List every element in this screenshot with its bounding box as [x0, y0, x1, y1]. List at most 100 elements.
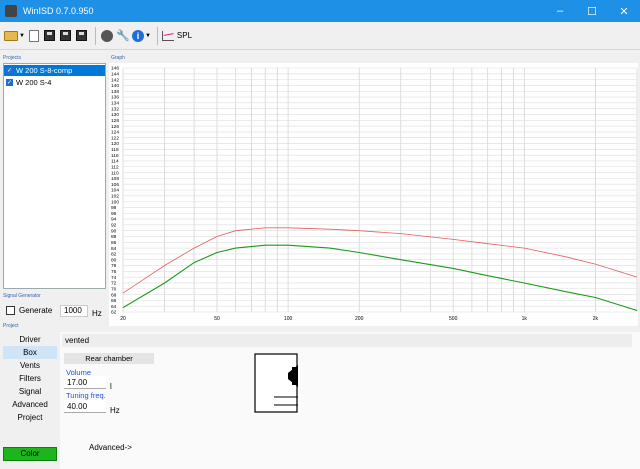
folder-icon — [4, 30, 18, 41]
y-tick-label: 116 — [111, 153, 119, 159]
x-tick-label: 100 — [284, 316, 293, 322]
tuning-freq-input[interactable]: 40.00 — [64, 400, 106, 413]
chevron-down-icon: ▼ — [144, 32, 151, 39]
x-tick-label: 50 — [214, 316, 220, 322]
app-icon — [5, 5, 17, 17]
y-tick-label: 114 — [111, 159, 119, 165]
close-button[interactable]: ✕ — [608, 0, 640, 22]
projects-label: Projects — [3, 55, 22, 61]
volume-input[interactable]: 17.00 — [64, 376, 106, 389]
y-tick-label: 84 — [111, 246, 117, 252]
spl-label: SPL — [176, 31, 193, 40]
y-tick-label: 110 — [111, 170, 119, 176]
minimize-button[interactable]: – — [544, 0, 576, 22]
y-tick-label: 86 — [111, 240, 117, 246]
signal-generator-label: Signal Generator — [3, 293, 41, 299]
nav-item-box[interactable]: Box — [3, 346, 57, 359]
save-all-icon — [76, 30, 88, 41]
y-tick-label: 82 — [111, 252, 117, 258]
y-tick-label: 132 — [111, 106, 119, 112]
frequency-unit: Hz — [92, 309, 102, 318]
spl-button[interactable]: SPL — [161, 27, 193, 45]
x-tick-label: 500 — [449, 316, 458, 322]
x-tick-label: 20 — [120, 316, 126, 322]
y-tick-label: 104 — [111, 188, 119, 194]
signal-frequency-input[interactable]: 1000 — [60, 305, 88, 317]
toolbar-separator — [156, 26, 158, 45]
color-button[interactable]: Color — [3, 447, 57, 461]
y-tick-label: 68 — [111, 292, 117, 298]
generate-row: Generate — [6, 306, 52, 315]
tools-button[interactable]: 🔧 — [116, 27, 130, 45]
y-tick-label: 112 — [111, 164, 119, 170]
toolbar: ▼ 🔧 i ▼ SPL — [0, 22, 640, 50]
y-tick-label: 102 — [111, 194, 119, 200]
save-all-button[interactable] — [75, 27, 89, 45]
spl-chart: 6264666870727476788082848688909294969810… — [111, 66, 638, 322]
save-icon — [44, 30, 56, 41]
advanced-link[interactable]: Advanced-> — [89, 443, 132, 452]
y-tick-label: 74 — [111, 275, 117, 281]
y-tick-label: 136 — [111, 95, 119, 101]
project-item[interactable]: ✓ W 200 S-4 — [4, 77, 105, 88]
nav-item-vents[interactable]: Vents — [0, 359, 60, 372]
graph-label: Graph — [111, 55, 125, 61]
nav-item-project[interactable]: Project — [0, 411, 60, 424]
y-tick-label: 94 — [111, 217, 117, 223]
x-tick-label: 200 — [355, 316, 364, 322]
nav-item-filters[interactable]: Filters — [0, 372, 60, 385]
spl-graph: 62 64 66 68 70 72 74 76 78 80 82 84 86 88 90 92 94 96 98 10… — [109, 63, 638, 326]
spl-chart-icon — [161, 30, 174, 41]
y-tick-label: 70 — [111, 286, 117, 292]
projects-list: ✓ W 200 S-8-comp ✓ W 200 S-4 — [3, 63, 106, 289]
new-document-icon — [28, 29, 39, 42]
y-tick-label: 96 — [111, 211, 117, 217]
save-button[interactable] — [43, 27, 57, 45]
y-tick-label: 138 — [111, 89, 119, 95]
rear-chamber-header: Rear chamber — [64, 353, 154, 364]
y-tick-label: 78 — [111, 263, 117, 269]
y-tick-label: 144 — [111, 72, 119, 78]
y-tick-label: 66 — [111, 298, 117, 304]
tuning-freq-label: Tuning freq. — [66, 391, 106, 400]
project-name: W 200 S-4 — [16, 78, 52, 87]
y-tick-label: 98 — [111, 205, 117, 211]
y-tick-label: 124 — [111, 130, 119, 136]
project-name: W 200 S-8-comp — [16, 66, 73, 75]
volume-unit: l — [110, 382, 112, 391]
box-type-select[interactable]: vented — [62, 334, 632, 347]
y-tick-label: 134 — [111, 101, 119, 107]
info-button[interactable]: i ▼ — [131, 27, 151, 45]
maximize-button[interactable]: ☐ — [576, 0, 608, 22]
project-item[interactable]: ✓ W 200 S-8-comp — [4, 65, 105, 76]
chevron-down-icon: ▼ — [19, 32, 25, 39]
new-project-button[interactable] — [27, 27, 41, 45]
box-diagram — [254, 353, 298, 413]
y-tick-label: 106 — [111, 182, 119, 188]
open-folder-button[interactable]: ▼ — [4, 27, 25, 45]
y-tick-label: 128 — [111, 118, 119, 124]
y-tick-label: 122 — [111, 135, 119, 141]
enclosure-outline — [254, 353, 298, 413]
y-tick-label: 146 — [111, 66, 119, 72]
toolbar-separator — [94, 26, 96, 45]
y-tick-label: 62 — [111, 310, 117, 316]
checkbox-checked[interactable]: ✓ — [6, 79, 13, 86]
driver-db-button[interactable] — [100, 27, 114, 45]
checkbox-checked[interactable]: ✓ — [6, 67, 13, 74]
y-tick-label: 108 — [111, 176, 119, 182]
save-as-icon — [60, 30, 72, 41]
nav-item-signal[interactable]: Signal — [0, 385, 60, 398]
window-title: WinISD 0.7.0.950 — [23, 6, 94, 16]
nav-item-driver[interactable]: Driver — [0, 333, 60, 346]
y-tick-label: 76 — [111, 269, 117, 275]
y-tick-label: 118 — [111, 147, 119, 153]
project-section-label: Project — [3, 323, 19, 329]
y-tick-label: 72 — [111, 281, 117, 287]
y-tick-label: 92 — [111, 223, 117, 229]
generate-checkbox[interactable] — [6, 306, 15, 315]
save-as-button[interactable] — [59, 27, 73, 45]
speaker-icon — [100, 29, 113, 42]
y-tick-label: 90 — [111, 228, 117, 234]
nav-item-advanced[interactable]: Advanced — [0, 398, 60, 411]
